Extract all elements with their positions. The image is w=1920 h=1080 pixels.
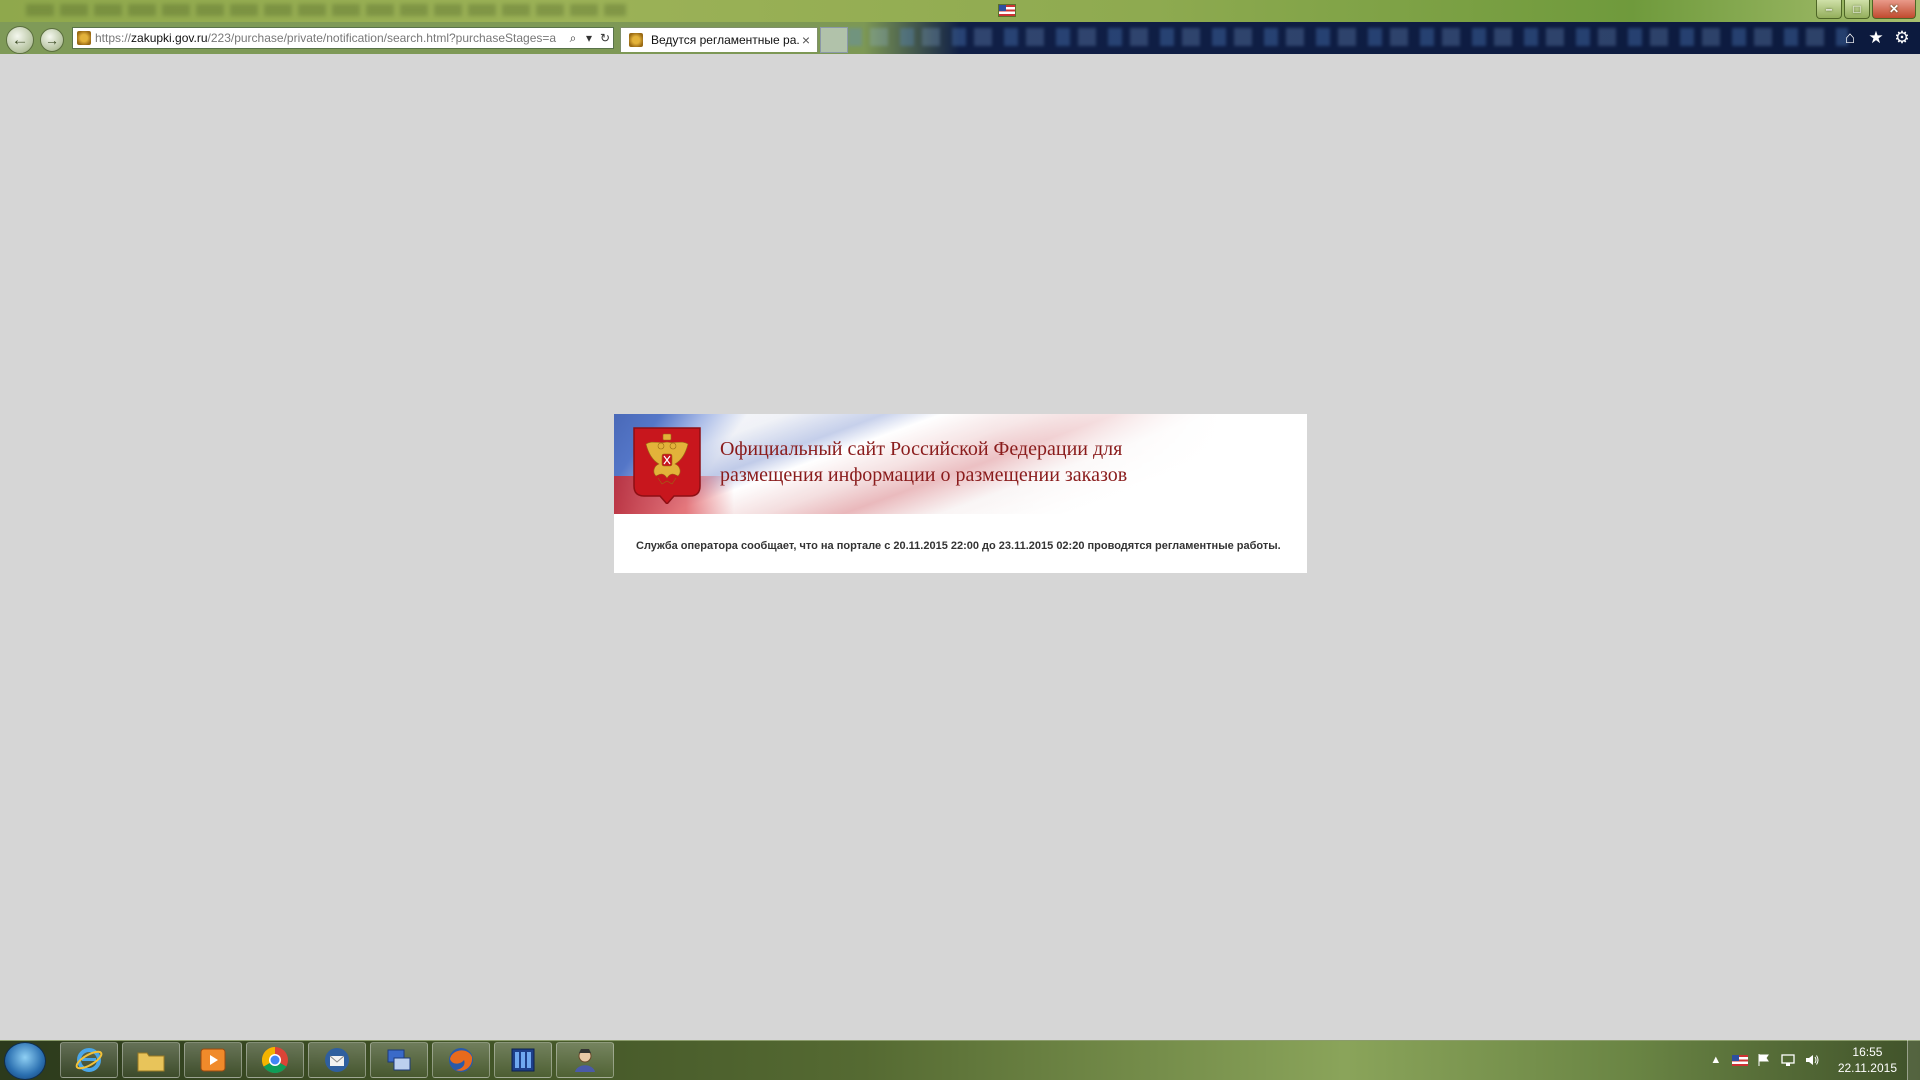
address-bar[interactable]: https://zakupki.gov.ru/223/purchase/priv… xyxy=(72,27,614,49)
media-player-icon[interactable] xyxy=(184,1042,242,1078)
system-tray: ▲ 16:55 22.11.2015 xyxy=(1704,1040,1920,1080)
maximize-button[interactable]: □ xyxy=(1844,0,1870,19)
favorites-star-icon[interactable]: ★ xyxy=(1866,28,1886,48)
window-title-bar: – □ ✕ xyxy=(0,0,1920,22)
address-dropdown-icon[interactable]: ▾ xyxy=(581,31,597,45)
language-flag-icon xyxy=(998,4,1016,17)
settings-gear-icon[interactable]: ⚙ xyxy=(1892,28,1912,48)
banner-title-line-1: Официальный сайт Российской Федерации дл… xyxy=(720,438,1123,460)
coat-of-arms-emblem-icon xyxy=(633,427,701,504)
url-path: /223/purchase/private/notification/searc… xyxy=(207,31,557,45)
banner-title-line-2: размещения информации о размещении заказ… xyxy=(720,464,1128,486)
nav-bar-background-pattern xyxy=(848,28,1848,46)
forward-arrow-icon: → xyxy=(45,32,59,48)
chrome-logo-icon xyxy=(261,1046,288,1074)
network-tool-icon[interactable] xyxy=(370,1042,428,1078)
calculator-app-icon[interactable] xyxy=(494,1042,552,1078)
keyboard-language-flag-icon[interactable] xyxy=(1731,1054,1748,1066)
play-icon xyxy=(200,1048,226,1072)
address-url[interactable]: https://zakupki.gov.ru/223/purchase/priv… xyxy=(95,31,565,45)
user-app-icon[interactable] xyxy=(556,1042,614,1078)
window-controls: – □ ✕ xyxy=(1816,0,1916,19)
start-button[interactable] xyxy=(4,1042,46,1080)
taskbar-clock[interactable]: 16:55 22.11.2015 xyxy=(1838,1044,1897,1076)
home-icon[interactable]: ⌂ xyxy=(1840,28,1860,48)
show-desktop-button[interactable] xyxy=(1907,1040,1920,1080)
close-tab-icon[interactable]: × xyxy=(799,32,813,48)
browser-tab-active[interactable]: Ведутся регламентные ра... × xyxy=(620,27,818,52)
search-icon[interactable]: ⌕ xyxy=(565,31,581,46)
grid-app-icon xyxy=(511,1048,535,1072)
firefox-icon[interactable] xyxy=(432,1042,490,1078)
forward-button[interactable]: → xyxy=(40,28,64,52)
new-tab-button[interactable] xyxy=(820,27,848,53)
url-host: zakupki.gov.ru xyxy=(131,31,208,45)
minimize-button[interactable]: – xyxy=(1816,0,1842,19)
back-arrow-icon: ← xyxy=(11,30,29,49)
site-favicon-icon xyxy=(77,31,91,45)
firefox-logo-icon xyxy=(449,1048,473,1072)
window-title-text-blurred xyxy=(26,4,626,16)
url-scheme: https:// xyxy=(95,31,132,45)
clock-date: 22.11.2015 xyxy=(1837,1061,1897,1075)
tab-title: Ведутся регламентные ра... xyxy=(651,33,799,47)
maintenance-notice: Служба оператора сообщает, что на портал… xyxy=(636,540,1281,552)
banner-title: Официальный сайт Российской Федерации дл… xyxy=(720,436,1127,488)
internet-explorer-icon[interactable] xyxy=(60,1042,118,1078)
back-button[interactable]: ← xyxy=(6,26,34,54)
maintenance-panel: Официальный сайт Российской Федерации дл… xyxy=(614,414,1307,573)
clock-time: 16:55 xyxy=(1852,1045,1883,1059)
network-icon[interactable] xyxy=(1780,1053,1796,1067)
show-hidden-icons-arrow-icon[interactable]: ▲ xyxy=(1708,1053,1724,1067)
internet-explorer-logo-icon xyxy=(75,1048,103,1072)
close-window-button[interactable]: ✕ xyxy=(1872,0,1916,19)
site-banner: Официальный сайт Российской Федерации дл… xyxy=(614,414,1307,514)
mail-client-logo-icon xyxy=(325,1048,349,1072)
volume-speaker-icon[interactable] xyxy=(1804,1053,1820,1067)
tab-favicon-icon xyxy=(629,33,643,47)
person-icon xyxy=(575,1049,595,1072)
action-center-flag-icon[interactable] xyxy=(1756,1053,1772,1067)
refresh-icon[interactable]: ↻ xyxy=(597,31,613,45)
folder-icon xyxy=(137,1052,165,1072)
chrome-icon[interactable] xyxy=(246,1042,304,1078)
thunderbird-icon[interactable] xyxy=(308,1042,366,1078)
file-explorer-icon[interactable] xyxy=(122,1042,180,1078)
computer-network-icon xyxy=(387,1049,411,1071)
browser-tools: ⌂ ★ ⚙ xyxy=(1840,28,1912,48)
